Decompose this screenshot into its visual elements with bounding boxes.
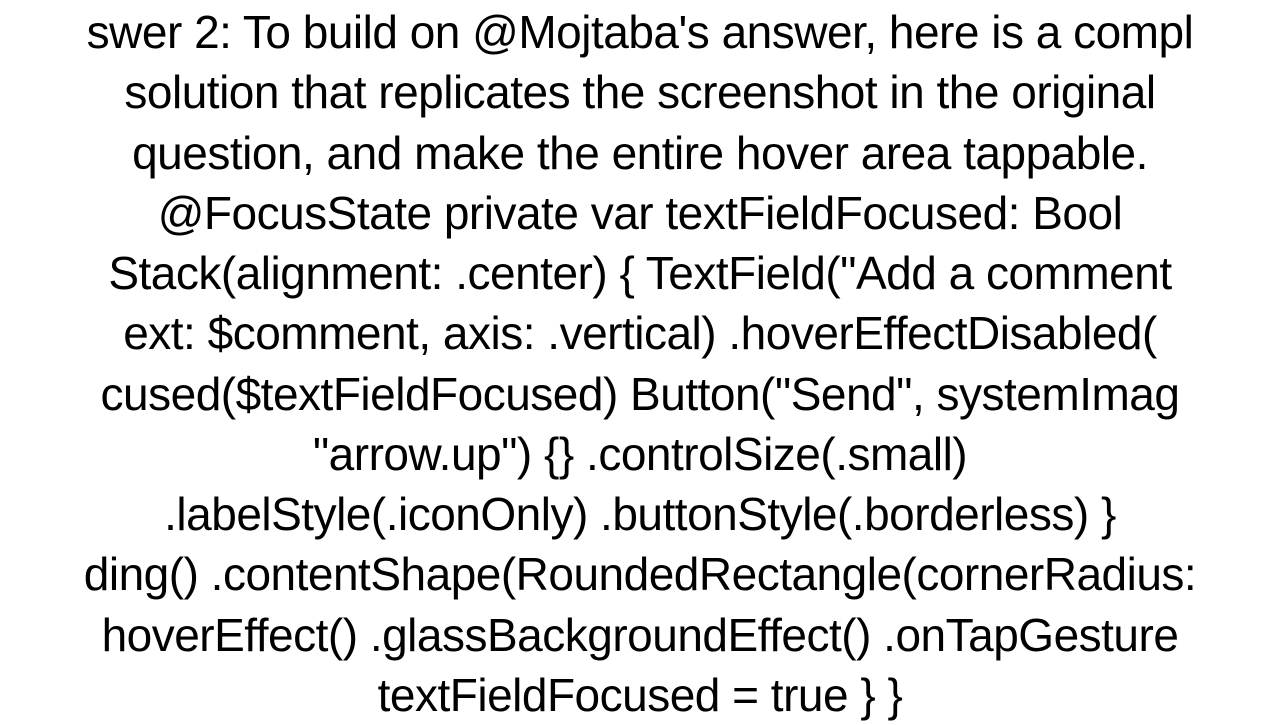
intro-line-1: swer 2: To build on @Mojtaba's answer, h… xyxy=(0,2,1280,62)
code-line-8: hoverEffect() .glassBackgroundEffect() .… xyxy=(0,605,1280,665)
answer-text-block: swer 2: To build on @Mojtaba's answer, h… xyxy=(0,0,1280,720)
code-line-3: ext: $comment, axis: .vertical) .hoverEf… xyxy=(0,303,1280,363)
intro-line-3: question, and make the entire hover area… xyxy=(0,123,1280,183)
code-line-9: textFieldFocused = true } } xyxy=(0,665,1280,725)
code-line-7: ding() .contentShape(RoundedRectangle(co… xyxy=(0,544,1280,604)
code-line-2: Stack(alignment: .center) { TextField("A… xyxy=(0,243,1280,303)
code-line-1: @FocusState private var textFieldFocused… xyxy=(0,183,1280,243)
code-line-5: "arrow.up") {} .controlSize(.small) xyxy=(0,424,1280,484)
code-line-6: .labelStyle(.iconOnly) .buttonStyle(.bor… xyxy=(0,484,1280,544)
intro-line-2: solution that replicates the screenshot … xyxy=(0,62,1280,122)
code-line-4: cused($textFieldFocused) Button("Send", … xyxy=(0,364,1280,424)
